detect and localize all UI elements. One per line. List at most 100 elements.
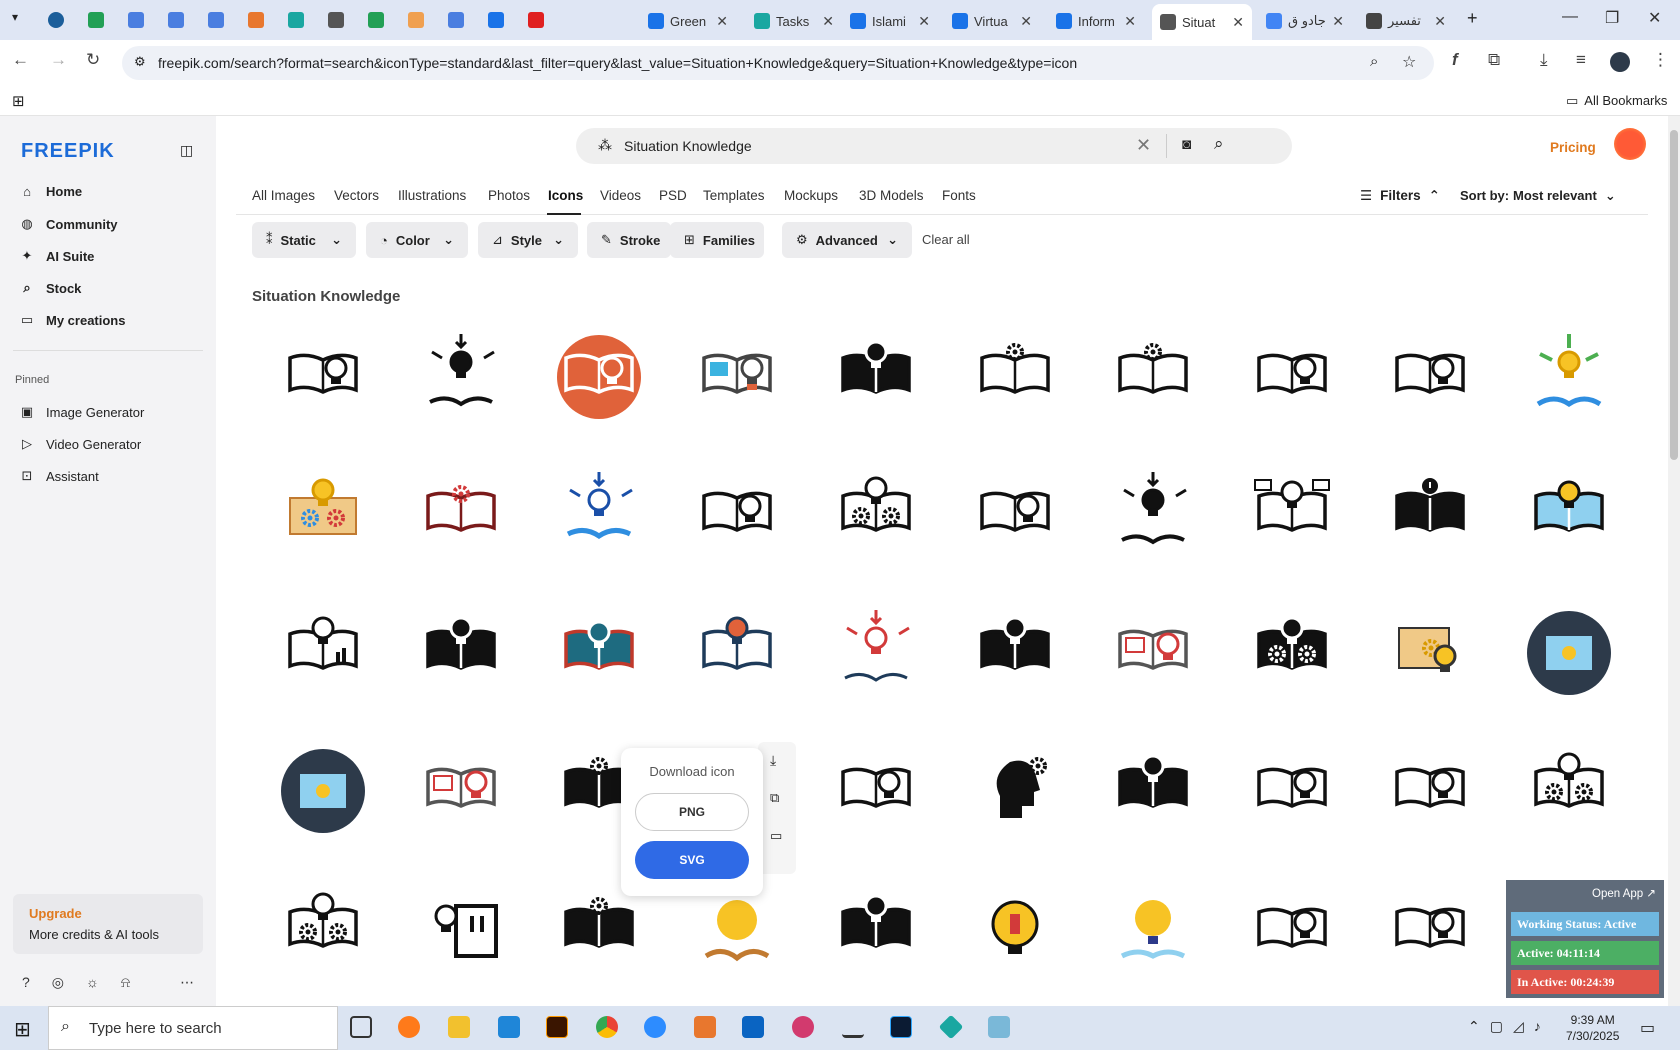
wifi-icon[interactable]: ◿	[1513, 1018, 1524, 1035]
category-tab[interactable]: All Images	[252, 188, 315, 203]
browser-tab[interactable]: Green ✕	[640, 6, 736, 36]
clear-search-icon[interactable]: ✕	[1136, 135, 1151, 156]
download-icon[interactable]: ⤓	[1540, 50, 1548, 70]
bulb-arrows-book-icon[interactable]	[416, 332, 506, 422]
more-icon[interactable]: ⋯	[180, 974, 194, 991]
search-bar[interactable]: ⁂ Situation Knowledge ✕ ◙ ⌕	[576, 128, 1292, 164]
book-bulb-solid-icon[interactable]	[831, 886, 921, 976]
discord-icon[interactable]: ◎	[52, 974, 64, 991]
bulb-arrows-book-icon[interactable]	[1108, 470, 1198, 560]
bookmark-star-icon[interactable]: ☆	[1402, 52, 1416, 72]
extensions-icon[interactable]: ⧉	[1488, 50, 1500, 70]
sidebar-item[interactable]: ✦ AI Suite	[20, 248, 95, 264]
chevron-up-icon[interactable]: ⌃	[1468, 1018, 1480, 1035]
category-tab[interactable]: Illustrations	[398, 188, 466, 203]
book-gears-color-icon[interactable]	[278, 470, 368, 560]
book-gears-solid-icon[interactable]	[1247, 608, 1337, 698]
vscode-icon[interactable]	[498, 1016, 520, 1038]
sort-select[interactable]: Most relevant ⌄	[1513, 188, 1616, 204]
close-tab-icon[interactable]: ✕	[716, 13, 728, 30]
close-tab-icon[interactable]: ✕	[1332, 13, 1344, 30]
png-button[interactable]: PNG	[635, 793, 749, 831]
close-tab-icon[interactable]: ✕	[1434, 13, 1446, 30]
open-app-link[interactable]: Open App ↗	[1592, 886, 1656, 900]
freepik-logo[interactable]: FREEPIK	[21, 140, 115, 163]
forward-icon[interactable]: →	[50, 50, 67, 70]
browser-tab[interactable]: تفسير ✕	[1358, 6, 1454, 36]
sidebar-item[interactable]: ⌕ Stock	[20, 280, 81, 296]
bulb-yellow-blue-icon[interactable]	[1108, 886, 1198, 976]
bulb-color-book-icon[interactable]	[692, 886, 782, 976]
upgrade-card[interactable]: Upgrade More credits & AI tools	[13, 894, 203, 954]
bulb-yellow-icon[interactable]	[970, 886, 1060, 976]
minimize-button[interactable]: —	[1562, 8, 1578, 26]
book-bulb-red-icon[interactable]	[416, 746, 506, 836]
chrome-icon[interactable]	[596, 1016, 618, 1038]
illustrator-icon[interactable]	[546, 1016, 568, 1038]
book-gears-outline-icon[interactable]	[831, 470, 921, 560]
camera-icon[interactable]: ◙	[1182, 136, 1191, 153]
book-bulb-outline-icon[interactable]	[1247, 886, 1337, 976]
volume-icon[interactable]: ♪	[1534, 1018, 1541, 1035]
filter-chip[interactable]: ⁑ Static ⌄	[252, 222, 356, 258]
theme-icon[interactable]: ☼	[86, 974, 99, 991]
book-gear-outline-icon[interactable]	[970, 332, 1060, 422]
notification-center-icon[interactable]: ▭	[1640, 1018, 1655, 1038]
filter-chip[interactable]: ◔ Color ⌄	[366, 222, 468, 258]
browser-tab[interactable]: Inform ✕	[1048, 6, 1144, 36]
filters-toggle[interactable]: ☰ Filters ⌃	[1360, 188, 1440, 204]
clear-all-button[interactable]: Clear all	[922, 232, 970, 247]
bulb-gear-color-icon[interactable]	[1385, 608, 1475, 698]
book-bulb-outline-icon[interactable]	[278, 332, 368, 422]
browser-tab[interactable]: جادو ق ✕	[1258, 6, 1352, 36]
book-bulb-solid-icon[interactable]	[416, 608, 506, 698]
firefox-icon[interactable]	[398, 1016, 420, 1038]
search-mode-icon[interactable]: ⁂	[598, 137, 612, 154]
collapse-sidebar-icon[interactable]: ◫	[180, 142, 193, 159]
book-bulb-teal-icon[interactable]	[554, 608, 644, 698]
save-collection-icon[interactable]: ▭	[770, 828, 782, 844]
book-exclaim-solid-icon[interactable]	[1385, 470, 1475, 560]
tab-search-button[interactable]: ▾	[12, 10, 18, 24]
book-bulb-outline-icon[interactable]	[1247, 746, 1337, 836]
new-tab-button[interactable]: +	[1467, 8, 1478, 29]
all-bookmarks-folder[interactable]: ▭ All Bookmarks	[1566, 93, 1667, 109]
profile-avatar[interactable]	[1610, 52, 1630, 72]
category-tab[interactable]: Photos	[488, 188, 530, 203]
filter-chip[interactable]: ⚙ Advanced ⌄	[782, 222, 912, 258]
book-gears-outline-icon[interactable]	[278, 886, 368, 976]
menu-icon[interactable]: ⋮	[1652, 50, 1669, 70]
scrollbar-thumb[interactable]	[1670, 130, 1678, 460]
book-gears-outline-icon[interactable]	[1524, 746, 1614, 836]
zoom-icon[interactable]	[644, 1016, 666, 1038]
browser-tab[interactable]: Virtua ✕	[944, 6, 1040, 36]
filter-chip[interactable]: ⊞ Families	[670, 222, 764, 258]
pinned-item[interactable]: ▷ Video Generator	[20, 436, 141, 452]
search-input[interactable]: Situation Knowledge	[624, 138, 752, 154]
pricing-link[interactable]: Pricing	[1550, 140, 1596, 155]
pen-tool-icon[interactable]	[842, 1016, 864, 1038]
category-tab[interactable]: 3D Models	[859, 188, 924, 203]
dark-circle-book-icon[interactable]	[1524, 608, 1614, 698]
filter-chip[interactable]: ✎ Stroke	[587, 222, 671, 258]
category-tab[interactable]: Mockups	[784, 188, 838, 203]
taskbar-search[interactable]: ⌕ Type here to search	[48, 1006, 338, 1050]
book-bulb-outline-icon[interactable]	[692, 470, 782, 560]
taskbar-search-input[interactable]: Type here to search	[89, 1020, 222, 1037]
apps-icon[interactable]: ⊞	[12, 92, 25, 110]
svg-button[interactable]: SVG	[635, 841, 749, 879]
close-tab-icon[interactable]: ✕	[822, 13, 834, 30]
notifications-icon[interactable]: ⍾	[121, 974, 130, 991]
book-bulb-outline-icon[interactable]	[970, 470, 1060, 560]
sidebar-item[interactable]: ⌂ Home	[20, 184, 82, 199]
app-icon[interactable]	[694, 1016, 716, 1038]
sidebar-item[interactable]: ▭ My creations	[20, 312, 126, 328]
category-tab[interactable]: Fonts	[942, 188, 976, 203]
network-icon[interactable]: ▢	[1490, 1018, 1503, 1035]
windows-start-icon[interactable]: ⊞	[14, 1017, 31, 1042]
task-view-icon[interactable]	[350, 1016, 372, 1038]
browser-tab[interactable]: Tasks ✕	[746, 6, 842, 36]
zoom-icon[interactable]: ⌕	[1370, 53, 1378, 70]
bulb-book-solid-icon[interactable]	[416, 886, 506, 976]
book-gear-red-icon[interactable]	[416, 470, 506, 560]
